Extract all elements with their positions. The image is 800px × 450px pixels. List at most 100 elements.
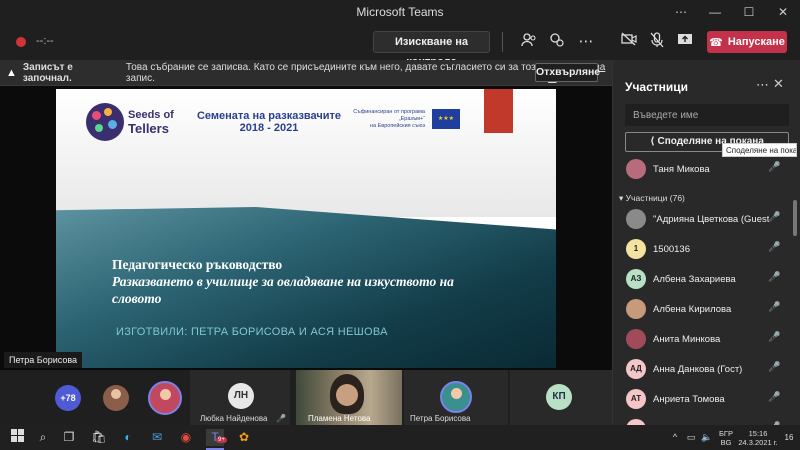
presentation-slide: Seeds of Tellers Семената на разказвачит… (56, 89, 556, 368)
participants-section-header[interactable]: ▾ Участници (76) (619, 193, 685, 204)
participant-name: Любка Найденова (200, 414, 268, 423)
participant-tile[interactable]: ЛН Любка Найденова 🎤 (190, 370, 290, 425)
mic-off-icon: 🎤 (768, 162, 781, 173)
scrollbar[interactable] (793, 200, 797, 236)
participant-avatar (626, 299, 646, 319)
task-view-icon[interactable]: ❐ (60, 429, 78, 446)
banner-text: Това събрание се записва. Като се присъе… (125, 61, 542, 84)
participant-video-tile[interactable]: Пламена Нетова (296, 370, 402, 425)
camera-off-icon[interactable] (618, 32, 640, 52)
participant-name: Албена Кирилова (653, 304, 732, 315)
logo-text: Seeds of Tellers (128, 109, 174, 136)
banner-bold-text: Записът е започнал. (22, 61, 73, 84)
window-title: Microsoft Teams (356, 5, 444, 19)
dismiss-button[interactable]: Отхвърляне (535, 63, 600, 82)
seeds-of-tellers-logo (86, 103, 124, 141)
mic-off-icon: 🎤 (768, 302, 781, 313)
toolbar-divider (502, 32, 503, 52)
mic-off-icon: 🎤 (276, 414, 286, 423)
participant-avatar (626, 209, 646, 229)
slide-red-bar (484, 89, 513, 133)
clock[interactable]: 15:16 24.3.2021 г. (736, 429, 780, 447)
mic-off-icon: 🎤 (768, 272, 781, 283)
mic-off-icon: 🎤 (768, 212, 781, 223)
slide-authors: ИЗГОТВИЛИ: ПЕТРА БОРИСОВА И АСЯ НЕШОВА (116, 326, 388, 338)
participant-avatar: АТ (626, 389, 646, 409)
minimize-icon[interactable]: — (698, 0, 732, 24)
more-icon[interactable]: ⋯ (664, 0, 698, 24)
request-control-button[interactable]: Изискване на контрола (373, 31, 490, 68)
participant-row[interactable]: АТ Анриета Томова 🎤 (613, 386, 789, 412)
shared-content-stage: Seeds of Tellers Семената на разказвачит… (0, 86, 612, 370)
title-bar: Microsoft Teams ⋯ — ☐ ✕ (0, 0, 800, 24)
windows-start-icon[interactable] (8, 429, 26, 446)
leave-label: Напускане (727, 36, 785, 48)
mic-off-icon[interactable] (646, 32, 668, 52)
participant-name: "Адрияна Цветкова (Guest)" ... (653, 214, 769, 225)
participant-name: Анита Минкова (653, 334, 721, 345)
windows-taskbar: ⌕ ❐ 🛍 ◐ ✉ ◉ T 9+ ✿ ^ ▭ 🔈 БГР BG 15:16 24… (0, 425, 800, 450)
mail-icon[interactable]: ✉ (148, 429, 166, 446)
share-screen-icon[interactable] (674, 32, 696, 52)
recording-banner: ▲ Записът е започнал. Това събрание се з… (0, 60, 612, 86)
more-actions-icon[interactable]: ⋯ (575, 32, 597, 52)
participant-tile[interactable]: Петра Борисова (404, 370, 508, 425)
eu-flag-icon: ★★★ (432, 109, 460, 129)
meeting-timer: --:-- (36, 35, 54, 47)
mic-off-icon: 🎤 (768, 332, 781, 343)
participant-name: Анриета Томова (653, 394, 725, 405)
participant-row[interactable]: 1 1500136 🎤 (613, 236, 789, 262)
presenter-name-tag: Петра Борисова (4, 352, 83, 368)
notification-icon[interactable]: 16 (780, 429, 798, 446)
search-input[interactable] (625, 104, 789, 126)
edge-icon[interactable]: ◐ (119, 429, 137, 446)
participant-row[interactable]: Албена Кирилова 🎤 (613, 296, 789, 322)
video-strip: +78 ЛН Любка Найденова 🎤 Пламена Нетова … (0, 370, 612, 425)
chrome-icon[interactable]: ◉ (177, 429, 195, 446)
participant-initials: ЛН (228, 383, 254, 409)
chat-icon[interactable] (546, 32, 568, 52)
participant-avatar: АД (626, 359, 646, 379)
participant-row[interactable]: "Адрияна Цветкова (Guest)" ...🎤 (613, 206, 789, 232)
warning-icon: ▲ (6, 66, 17, 79)
share-icon: ⟨ (650, 136, 655, 147)
meeting-toolbar: --:-- Изискване на контрола ⋯ ☎ Напускан… (0, 24, 800, 68)
participant-avatar (103, 385, 129, 411)
mic-off-icon: 🎤 (768, 392, 781, 403)
participant-name: Анна Данкова (Гост) (653, 364, 743, 375)
participants-panel: Участници ⋯ ✕ ⟨ Споделяне на покана Таня… (612, 60, 800, 425)
close-icon[interactable]: ✕ (766, 0, 800, 24)
teams-badge: 9+ (216, 437, 227, 443)
recording-icon (16, 37, 26, 47)
slide-subheading: Разказването в училище за овладяване на … (112, 274, 454, 306)
participants-icon[interactable] (518, 32, 540, 52)
more-options-icon[interactable]: ⋯ (756, 77, 769, 93)
participant-avatar (626, 159, 646, 179)
pinned-participant[interactable]: Таня Микова 🎤 (613, 156, 789, 182)
search-icon[interactable]: ⌕ (34, 429, 52, 446)
participant-row[interactable]: БМБорис Митов🎤 (613, 416, 789, 425)
cofinanced-note: Съфинансиран от програма „Еразъм+“ на Ев… (353, 109, 425, 129)
maximize-icon[interactable]: ☐ (732, 0, 766, 24)
store-icon[interactable]: 🛍 (90, 429, 108, 446)
participant-row[interactable]: Анита Минкова 🎤 (613, 326, 789, 352)
participant-name: Петра Борисова (410, 414, 471, 423)
participant-name: 1500136 (653, 244, 690, 255)
video-face (336, 384, 358, 406)
mic-off-icon: 🎤 (768, 242, 781, 253)
close-panel-icon[interactable]: ✕ (773, 76, 784, 92)
photos-icon[interactable]: ✿ (235, 429, 253, 446)
participant-row[interactable]: АЗ Албена Захариева 🎤 (613, 266, 789, 292)
participant-avatar (148, 381, 182, 415)
participant-avatar (440, 381, 472, 413)
participant-name: Пламена Нетова (308, 414, 371, 423)
participant-name: Албена Захариева (653, 274, 736, 285)
participant-tile[interactable]: КП (510, 370, 612, 425)
language-indicator[interactable]: БГР BG (714, 429, 738, 447)
more-participants-badge[interactable]: +78 (55, 385, 81, 411)
chevron-down-icon: ▾ (619, 193, 626, 203)
leave-button[interactable]: ☎ Напускане (707, 31, 787, 53)
phone-hangup-icon: ☎ (709, 36, 723, 49)
participant-name: Таня Микова (653, 164, 710, 175)
participant-row[interactable]: АД Анна Данкова (Гост) 🎤 (613, 356, 789, 382)
